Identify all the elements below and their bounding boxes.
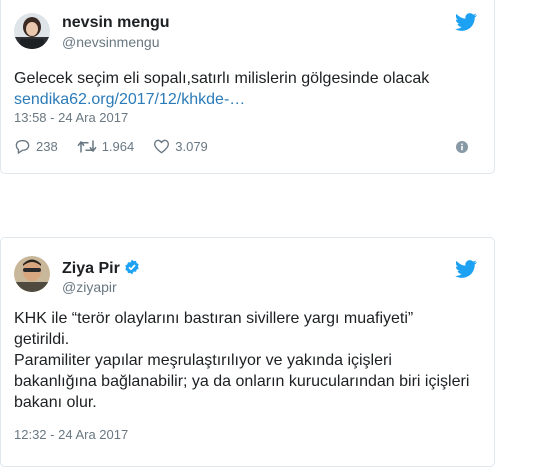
tweet-text: KHK ile “terör olaylarını bastıran sivil…	[14, 308, 484, 413]
like-icon	[154, 139, 170, 153]
twitter-bird-icon[interactable]	[455, 11, 477, 33]
twitter-bird-icon[interactable]	[455, 258, 477, 280]
tweet-actions: 238 1.964 3.079	[14, 136, 227, 156]
tweet-card-nevsin: nevsin mengu @nevsinmengu Gelecek seçim …	[0, 0, 495, 174]
avatar[interactable]	[14, 13, 50, 49]
author-name[interactable]: Ziya Pir	[62, 259, 140, 278]
author-name-text: Ziya Pir	[62, 260, 120, 277]
like-count: 3.079	[175, 138, 208, 154]
author-handle[interactable]: @ziyapir	[62, 279, 117, 295]
author-handle[interactable]: @nevsinmengu	[62, 34, 160, 50]
tweet-body: Gelecek seçim eli sopalı,satırlı milisle…	[14, 70, 430, 87]
like-button[interactable]: 3.079	[153, 139, 208, 154]
verified-badge-icon	[125, 259, 139, 275]
author-name[interactable]: nevsin mengu	[62, 14, 170, 32]
tweet-card-ziya: Ziya Pir @ziyapir KHK ile “terör olaylar…	[0, 237, 495, 467]
reply-count: 238	[36, 138, 58, 154]
retweet-count: 1.964	[101, 138, 135, 154]
reply-icon	[15, 139, 30, 154]
tweet-line: KHK ile “terör olaylarını bastıran sivil…	[14, 310, 414, 327]
tweet-text: Gelecek seçim eli sopalı,satırlı milisle…	[14, 68, 484, 110]
info-icon[interactable]	[456, 140, 468, 153]
tweet-line: bakanlığına bağlanabilir; ya da onların …	[14, 373, 470, 390]
retweet-icon	[77, 140, 97, 152]
tweet-timestamp[interactable]: 13:58 - 24 Ara 2017	[14, 110, 128, 125]
tweet-line: getirildi.	[14, 331, 70, 348]
reply-button[interactable]: 238	[14, 139, 58, 154]
tweet-timestamp[interactable]: 12:32 - 24 Ara 2017	[14, 427, 128, 442]
tweet-link[interactable]: sendika62.org/2017/12/khkde-…	[14, 91, 245, 108]
tweet-line: Paramiliter yapılar meşrulaştırılıyor ve…	[14, 352, 392, 369]
tweet-line: bakanı olur.	[14, 394, 97, 411]
avatar[interactable]	[14, 256, 50, 292]
retweet-button[interactable]: 1.964	[77, 138, 135, 154]
